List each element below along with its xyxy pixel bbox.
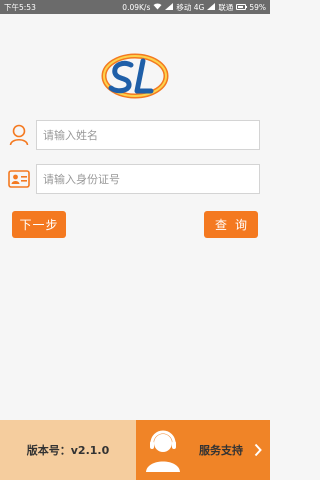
query-button[interactable]: 查询 bbox=[204, 211, 258, 238]
id-field-box bbox=[36, 164, 260, 194]
service-support-button[interactable]: 服务支持 bbox=[136, 420, 270, 480]
name-row bbox=[8, 120, 260, 150]
next-step-button[interactable]: 下一步 bbox=[12, 211, 66, 238]
status-time: 下午5:53 bbox=[4, 2, 36, 12]
signal-icon bbox=[165, 2, 174, 12]
id-number-input[interactable] bbox=[43, 172, 253, 186]
wifi-icon bbox=[153, 2, 162, 12]
chevron-right-icon bbox=[254, 420, 262, 480]
network-speed: 0.09K/s bbox=[122, 2, 151, 12]
csi-logo bbox=[101, 47, 169, 103]
carrier-2: 联通 bbox=[218, 2, 234, 12]
service-support-label: 服务支持 bbox=[199, 444, 243, 457]
status-bar: 下午5:53 0.09K/s 移动 4G 联通 59% bbox=[0, 0, 270, 14]
version-label: 版本号：v2.1.0 bbox=[0, 420, 136, 480]
name-input[interactable] bbox=[43, 128, 253, 142]
name-field-box bbox=[36, 120, 260, 150]
id-card-icon bbox=[8, 168, 30, 190]
footer: 版本号：v2.1.0 服务支持 bbox=[0, 420, 270, 480]
id-row bbox=[8, 164, 260, 194]
customer-service-icon bbox=[144, 428, 182, 472]
battery-level: 59% bbox=[249, 2, 266, 12]
signal-icon-2 bbox=[207, 2, 216, 12]
status-right: 0.09K/s 移动 4G 联通 59% bbox=[122, 2, 266, 13]
battery-icon bbox=[236, 4, 248, 10]
carrier-1: 移动 4G bbox=[176, 2, 205, 12]
user-icon bbox=[8, 124, 30, 146]
